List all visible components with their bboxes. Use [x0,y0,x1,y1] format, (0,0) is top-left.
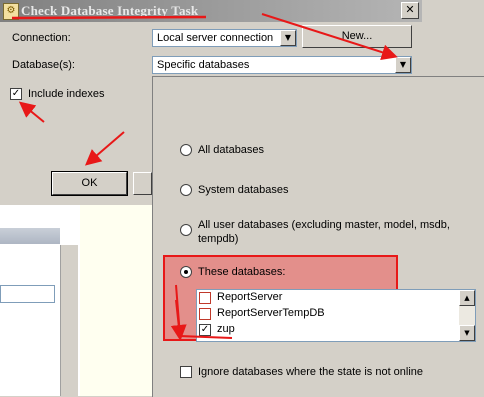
include-indexes-label: Include indexes [28,88,105,100]
database-checkbox[interactable]: ✓ [199,324,211,336]
background-field [0,285,55,303]
chevron-down-icon[interactable]: ▼ [280,30,296,46]
databases-select-value: Specific databases [157,59,250,71]
scroll-up-icon[interactable]: ▲ [459,290,475,306]
connection-select[interactable]: Local server connection ▼ [152,29,297,47]
radio-all-databases[interactable] [180,144,192,156]
close-button[interactable]: ✕ [401,2,419,19]
option-all-user-databases-label: All user databases (excluding master, mo… [198,219,450,231]
database-name: ReportServer [217,291,283,303]
radio-system-databases[interactable] [180,184,192,196]
background-scrollbar[interactable] [60,245,78,396]
radio-these-databases[interactable] [180,266,192,278]
background-header-strip [0,228,60,244]
databases-select[interactable]: Specific databases ▼ [152,56,412,74]
database-list[interactable]: ReportServer ReportServerTempDB ✓ zup ▲ … [196,289,476,342]
title-bar[interactable]: ⚙ Check Database Integrity Task ✕ [0,0,422,22]
option-system-databases-label: System databases [198,184,289,196]
database-checkbox[interactable] [199,308,211,320]
database-name: zup [217,323,235,335]
connection-select-value: Local server connection [157,32,274,44]
option-all-user-databases-label-line2: tempdb) [198,233,239,245]
task-icon: ⚙ [3,3,19,20]
background-canvas [80,205,152,396]
scroll-down-icon[interactable]: ▼ [459,325,475,341]
connection-label: Connection: [12,32,71,44]
new-connection-button[interactable]: New... [302,25,412,48]
option-these-databases-label: These databases: [198,266,286,278]
background-window [422,0,484,80]
radio-all-user-databases[interactable] [180,224,192,236]
databases-label: Database(s): [12,59,75,71]
database-list-scrollbar[interactable]: ▲ ▼ [459,290,475,341]
radio-selected-dot [184,270,188,274]
database-checkbox[interactable] [199,292,211,304]
option-all-databases-label: All databases [198,144,265,156]
chevron-down-icon[interactable]: ▼ [395,57,411,73]
database-name: ReportServerTempDB [217,307,325,319]
ignore-offline-label: Ignore databases where the state is not … [198,366,424,378]
dialog-title: Check Database Integrity Task [21,3,199,18]
ok-button[interactable]: OK [51,171,128,196]
include-indexes-checkbox[interactable]: ✓ [10,88,22,100]
cancel-button-partial[interactable] [133,172,152,195]
ignore-offline-checkbox[interactable] [180,366,192,378]
